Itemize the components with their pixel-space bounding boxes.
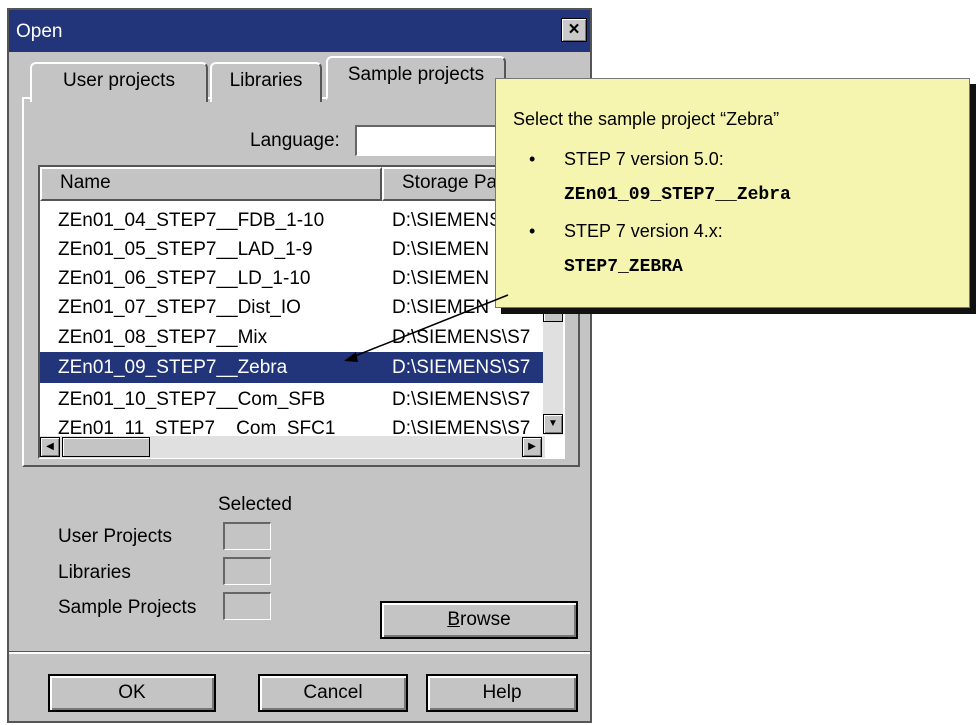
arrow-line bbox=[349, 294, 509, 359]
callout-arrow bbox=[344, 294, 509, 362]
arrow-head-icon bbox=[344, 352, 358, 362]
